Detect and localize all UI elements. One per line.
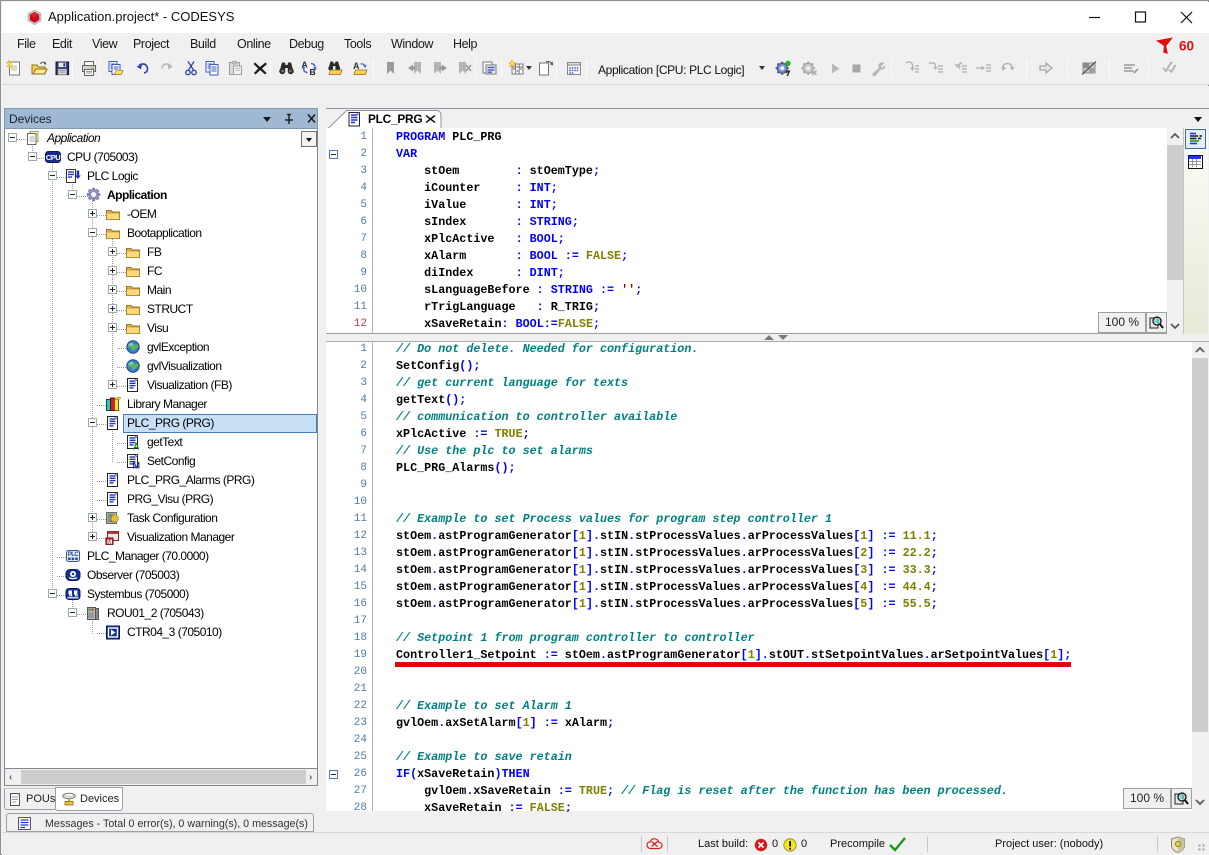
svg-text:A: A [133, 442, 140, 451]
svg-text:M: M [107, 539, 112, 545]
svg-text:M: M [133, 461, 140, 470]
svg-text:PLC: PLC [68, 552, 80, 558]
svg-text:60: 60 [1179, 39, 1194, 54]
svg-text:CPU: CPU [46, 153, 60, 162]
svg-text:A: A [353, 61, 360, 71]
